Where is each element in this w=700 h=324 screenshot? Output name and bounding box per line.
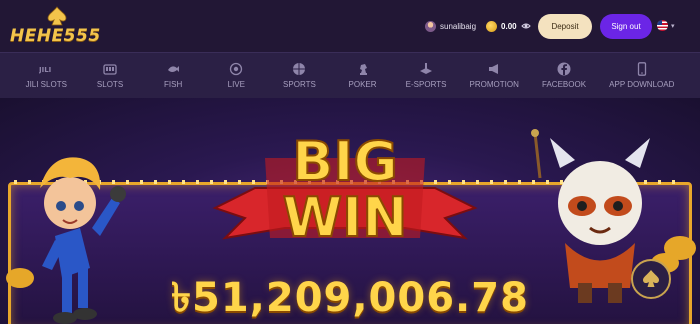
nav-label: FACEBOOK	[542, 80, 587, 89]
slot-machine-icon	[103, 64, 117, 75]
avatar[interactable]	[425, 20, 436, 32]
megaphone-icon	[489, 64, 499, 74]
nav-label: SLOTS	[96, 80, 124, 89]
signout-button[interactable]: Sign out	[600, 14, 652, 39]
nav-item-live[interactable]: LIVE	[216, 62, 256, 89]
big-text: BIG	[292, 130, 398, 193]
nav-item-jili-slots[interactable]: JILI JILI SLOTS	[26, 62, 67, 89]
logo-text: HEHE555	[10, 26, 101, 46]
chevron-down-icon: ▾	[671, 22, 675, 30]
hero-banner[interactable]: BIG WIN ৳51,209,006.78	[0, 98, 700, 324]
nav-item-esports[interactable]: E-SPORTS	[405, 62, 447, 89]
chess-knight-icon	[359, 64, 367, 75]
us-flag-icon	[657, 20, 668, 31]
svg-text:JILI: JILI	[39, 66, 51, 74]
nav-item-fish[interactable]: FISH	[153, 62, 193, 89]
nav-item-promotion[interactable]: PROMOTION	[470, 62, 519, 89]
nav-item-app-download[interactable]: APP DOWNLOAD	[609, 62, 674, 89]
language-selector[interactable]: ▾	[657, 20, 675, 31]
username: sunalibaig	[440, 21, 477, 31]
nav-label: POKER	[348, 80, 377, 89]
nav-label: SPORTS	[283, 80, 316, 89]
spade-crown-icon	[47, 6, 67, 26]
fish-icon	[168, 66, 180, 72]
nav-label: FISH	[164, 80, 183, 89]
jili-icon: JILI	[39, 66, 51, 74]
site-logo[interactable]: HEHE555	[10, 6, 106, 48]
facebook-icon	[557, 62, 571, 76]
eye-icon[interactable]	[520, 21, 531, 31]
main-nav: JILI JILI SLOTS SLOTS FISH LIVE SPORTS P…	[0, 52, 700, 98]
nav-item-poker[interactable]: POKER	[343, 62, 383, 89]
ball-icon	[293, 63, 306, 75]
balance-value: 0.00	[501, 21, 517, 31]
top-header: HEHE555 sunalibaig 0.00 Deposit Sign out…	[0, 0, 700, 52]
big-win-graphic: BIG WIN	[212, 129, 478, 250]
floating-logo-button[interactable]	[631, 259, 671, 299]
nav-item-sports[interactable]: SPORTS	[279, 62, 319, 89]
coin-icon	[486, 20, 498, 32]
deposit-button[interactable]: Deposit	[538, 14, 592, 39]
nav-label: PROMOTION	[469, 80, 519, 89]
nav-label: APP DOWNLOAD	[609, 80, 675, 89]
win-amount: ৳51,209,006.78	[171, 275, 529, 321]
spade-icon	[643, 270, 659, 287]
nav-item-slots[interactable]: SLOTS	[90, 62, 130, 89]
live-icon	[230, 62, 243, 76]
esports-icon	[420, 63, 433, 74]
win-text: WIN	[283, 186, 408, 249]
nav-label: E-SPORTS	[405, 80, 447, 89]
nav-item-facebook[interactable]: FACEBOOK	[542, 62, 586, 89]
user-info: sunalibaig 0.00	[425, 19, 531, 33]
phone-icon	[637, 62, 646, 76]
nav-label: LIVE	[227, 80, 245, 89]
nav-label: JILI SLOTS	[25, 80, 67, 89]
